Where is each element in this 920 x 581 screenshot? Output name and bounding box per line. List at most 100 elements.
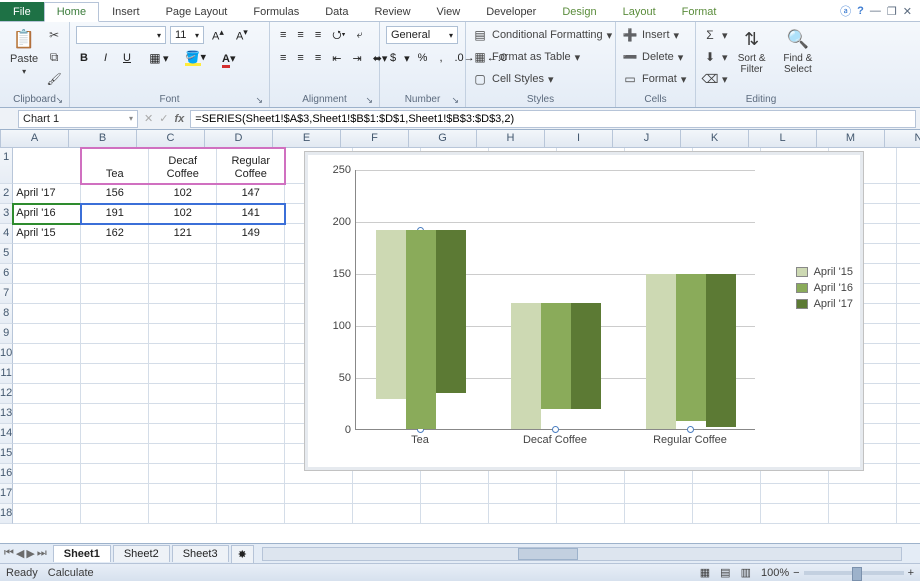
cell-B[interactable] [81, 484, 149, 504]
cell-A[interactable] [13, 244, 81, 264]
cell-N[interactable] [897, 284, 920, 304]
view-normal-icon[interactable]: ▦ [700, 566, 710, 579]
autosum-button[interactable]: Σ▾ [702, 25, 728, 45]
row-header-17[interactable]: 17 [0, 484, 13, 504]
sheet-nav-prev-icon[interactable]: ◀ [16, 547, 24, 560]
tab-data[interactable]: Data [312, 2, 361, 21]
cell-A[interactable] [13, 364, 81, 384]
cells-format-button[interactable]: ▭Format ▾ [622, 69, 686, 89]
cells-delete-button[interactable]: ➖Delete ▾ [622, 47, 686, 67]
row-header-3[interactable]: 3 [0, 204, 13, 224]
cell-L[interactable] [761, 504, 829, 524]
format-painter-button[interactable]: 🖌 [46, 69, 62, 89]
copy-button[interactable]: ⧉ [46, 47, 62, 67]
underline-button[interactable]: U [119, 51, 135, 65]
border-button[interactable]: ▦▾ [143, 49, 173, 67]
row-header-14[interactable]: 14 [0, 424, 13, 444]
cell-B[interactable]: 191 [81, 204, 149, 224]
row-header-5[interactable]: 5 [0, 244, 13, 264]
currency-button[interactable]: $ [386, 51, 400, 65]
col-header-M[interactable]: M [817, 130, 885, 147]
col-header-C[interactable]: C [137, 130, 205, 147]
tab-home[interactable]: Home [44, 2, 99, 22]
chart-bar[interactable] [376, 230, 406, 398]
align-launcher-icon[interactable]: ↘ [365, 95, 373, 106]
tab-view[interactable]: View [424, 2, 474, 21]
chart-bar[interactable] [676, 274, 706, 421]
cell-D[interactable] [217, 324, 285, 344]
horizontal-scrollbar[interactable] [262, 547, 902, 561]
font-launcher-icon[interactable]: ↘ [255, 95, 263, 106]
row-header-15[interactable]: 15 [0, 444, 13, 464]
legend-entry[interactable]: April '15 [814, 266, 853, 278]
cell-N[interactable] [897, 504, 920, 524]
cell-N[interactable] [897, 324, 920, 344]
cell-D[interactable]: 147 [217, 184, 285, 204]
cell-C[interactable] [149, 444, 217, 464]
tab-review[interactable]: Review [361, 2, 423, 21]
orientation-button[interactable]: ⭯▾ [328, 25, 349, 46]
cell-D[interactable]: 141 [217, 204, 285, 224]
cell-G[interactable] [421, 504, 489, 524]
cell-B[interactable] [81, 344, 149, 364]
tab-developer[interactable]: Developer [473, 2, 549, 21]
legend-entry[interactable]: April '16 [814, 282, 853, 294]
col-header-I[interactable]: I [545, 130, 613, 147]
cell-A[interactable] [13, 148, 81, 184]
cell-A[interactable] [13, 464, 81, 484]
cell-A[interactable] [13, 444, 81, 464]
cell-C[interactable] [149, 284, 217, 304]
cell-A[interactable] [13, 484, 81, 504]
sheet-nav-next-icon[interactable]: ▶ [26, 547, 34, 560]
sheet-nav-last-icon[interactable]: ⏭ [37, 547, 47, 560]
col-header-F[interactable]: F [341, 130, 409, 147]
cell-K[interactable] [693, 484, 761, 504]
cell-A[interactable] [13, 284, 81, 304]
chart-bar[interactable] [571, 303, 601, 409]
cell-D[interactable] [217, 484, 285, 504]
cut-button[interactable]: ✂ [46, 25, 62, 45]
cell-N[interactable] [897, 304, 920, 324]
col-header-K[interactable]: K [681, 130, 749, 147]
cell-B[interactable] [81, 404, 149, 424]
cell-N[interactable] [897, 484, 920, 504]
font-family-select[interactable]: ▾ [76, 26, 166, 44]
cell-J[interactable] [625, 504, 693, 524]
sort-filter-button[interactable]: ⇅Sort & Filter [732, 25, 772, 77]
wrap-text-button[interactable]: ⤶ [353, 28, 367, 43]
tab-insert[interactable]: Insert [99, 2, 153, 21]
cell-C[interactable] [149, 484, 217, 504]
row-header-11[interactable]: 11 [0, 364, 13, 384]
view-pagebreak-icon[interactable]: ▥ [741, 566, 751, 579]
cell-D[interactable] [217, 284, 285, 304]
cell-C[interactable] [149, 304, 217, 324]
align-left-button[interactable]: ≡ [276, 51, 290, 65]
cell-J[interactable] [625, 484, 693, 504]
cell-K[interactable] [693, 504, 761, 524]
cell-C[interactable] [149, 504, 217, 524]
cell-B[interactable]: 162 [81, 224, 149, 244]
enter-formula-icon[interactable]: ✓ [159, 112, 168, 125]
tab-file[interactable]: File [0, 2, 44, 21]
cell-B[interactable] [81, 464, 149, 484]
col-header-L[interactable]: L [749, 130, 817, 147]
cell-N[interactable] [897, 244, 920, 264]
name-box[interactable]: Chart 1▾ [18, 110, 138, 128]
cell-N[interactable] [897, 344, 920, 364]
cell-A[interactable] [13, 504, 81, 524]
cell-C[interactable] [149, 364, 217, 384]
cell-A[interactable] [13, 344, 81, 364]
cell-C[interactable] [149, 424, 217, 444]
cell-D[interactable] [217, 464, 285, 484]
cell-G[interactable] [421, 484, 489, 504]
tab-chart-design[interactable]: Design [549, 2, 609, 21]
tab-chart-layout[interactable]: Layout [610, 2, 669, 21]
cell-A[interactable] [13, 324, 81, 344]
cell-A[interactable]: April '17 [13, 184, 81, 204]
increase-indent-button[interactable]: ⇥ [348, 51, 365, 66]
row-header-7[interactable]: 7 [0, 284, 13, 304]
cell-I[interactable] [557, 504, 625, 524]
cell-N[interactable] [897, 464, 920, 484]
cell-B[interactable]: Tea [81, 148, 149, 184]
cell-D[interactable]: Regular Coffee [217, 148, 285, 184]
